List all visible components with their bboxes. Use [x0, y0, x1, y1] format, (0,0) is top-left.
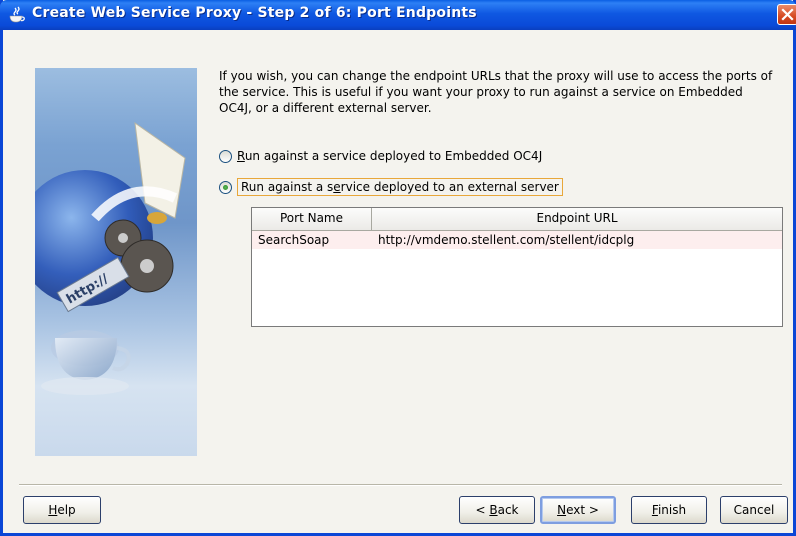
table-row[interactable]: SearchSoap http://vmdemo.stellent.com/st…: [252, 231, 782, 249]
footer-divider: [19, 484, 782, 486]
cell-port-name[interactable]: SearchSoap: [252, 231, 372, 249]
next-button[interactable]: Next >: [540, 496, 616, 524]
column-header-endpoint-url[interactable]: Endpoint URL: [372, 208, 782, 230]
finish-button[interactable]: Finish: [631, 496, 707, 524]
cancel-button[interactable]: Cancel: [720, 496, 788, 524]
option-label[interactable]: Run against a service deployed to Embedd…: [237, 149, 542, 163]
close-icon: [781, 8, 794, 21]
cell-endpoint-url[interactable]: http://vmdemo.stellent.com/stellent/idcp…: [372, 231, 782, 249]
close-button[interactable]: [777, 4, 796, 25]
option-external-server[interactable]: Run against a service deployed to an ext…: [219, 177, 563, 197]
coffee-cup-icon: [8, 6, 26, 24]
intro-text: If you wish, you can change the endpoint…: [219, 69, 773, 115]
help-button[interactable]: Help: [23, 496, 101, 524]
radio-button-selected[interactable]: [219, 180, 232, 194]
window-title: Create Web Service Proxy - Step 2 of 6: …: [32, 5, 477, 21]
option-embedded-oc4j[interactable]: Run against a service deployed to Embedd…: [219, 146, 542, 166]
radio-button[interactable]: [219, 149, 232, 163]
dialog-window: Create Web Service Proxy - Step 2 of 6: …: [0, 0, 796, 536]
title-bar[interactable]: Create Web Service Proxy - Step 2 of 6: …: [0, 0, 796, 30]
table-header: Port Name Endpoint URL: [252, 208, 782, 231]
content-area: If you wish, you can change the endpoint…: [219, 68, 774, 116]
port-endpoints-table[interactable]: Port Name Endpoint URL SearchSoap http:/…: [251, 207, 783, 327]
back-button[interactable]: < Back: [459, 496, 535, 524]
wizard-banner-image: http://: [17, 68, 197, 456]
option-label[interactable]: Run against a service deployed to an ext…: [237, 178, 563, 196]
column-header-port-name[interactable]: Port Name: [252, 208, 372, 230]
